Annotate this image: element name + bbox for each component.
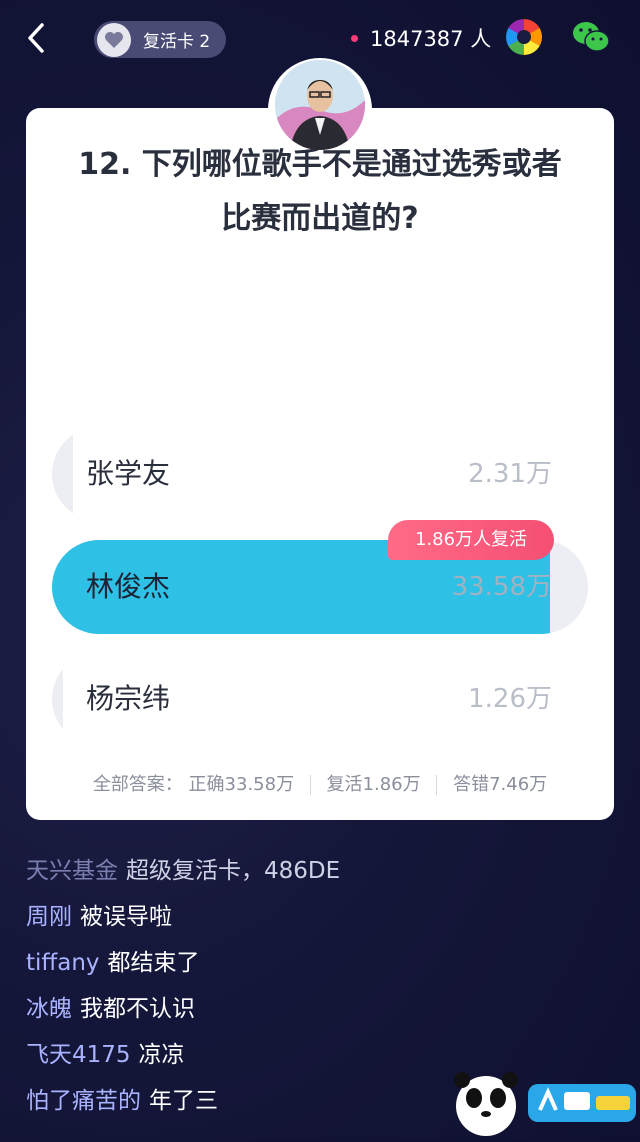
revive-badge: 1.86万人复活 [388, 520, 554, 560]
divider [436, 775, 438, 795]
divider [309, 775, 311, 795]
stats-correct: 正确33.58万 [188, 774, 295, 795]
comment-user: 周刚 [26, 904, 72, 930]
comment-text: 年了三 [149, 1088, 218, 1114]
question-line-1: 12. 下列哪位歌手不是通过选秀或者 [78, 147, 562, 182]
option-1-count: 2.31万 [468, 459, 552, 489]
live-dot [351, 35, 358, 42]
stats-revived: 复活1.86万 [326, 774, 421, 795]
stats-label: 全部答案： [92, 774, 183, 795]
comment-item: 周刚 被误导啦 [26, 894, 586, 940]
share-icon[interactable] [506, 19, 542, 55]
comment-text: 我都不认识 [80, 996, 195, 1022]
option-3-count: 1.26万 [468, 684, 552, 714]
comment-user: 飞天4175 [26, 1042, 131, 1068]
comment-text: 超级复活卡，486DE [126, 858, 341, 884]
revive-card-button[interactable]: 复活卡 2 [94, 21, 226, 58]
comment-user: 怕了痛苦的 [26, 1088, 141, 1114]
comment-item: 天兴基金 超级复活卡，486DE [26, 848, 586, 894]
stats-wrong: 答错7.46万 [453, 774, 548, 795]
question-text: 12. 下列哪位歌手不是通过选秀或者 比赛而出道的? [26, 138, 614, 246]
option-1-label: 张学友 [86, 457, 171, 490]
question-line-2: 比赛而出道的? [221, 201, 419, 236]
site-watermark-logo [448, 1070, 640, 1138]
comment-item: tiffany 都结束了 [26, 940, 586, 986]
comment-item: 冰魄 我都不认识 [26, 986, 586, 1032]
heart-icon [97, 22, 131, 57]
option-3[interactable]: 杨宗纬 1.26万 [52, 652, 588, 746]
comment-user: 冰魄 [26, 996, 72, 1022]
answer-stats: 全部答案： 正确33.58万 复活1.86万 答错7.46万 [26, 770, 614, 796]
option-1[interactable]: 张学友 2.31万 [52, 427, 588, 521]
comment-text: 被误导啦 [80, 904, 172, 930]
back-icon[interactable] [26, 22, 58, 56]
viewer-count: 1847387 人 [370, 27, 492, 51]
revive-card-label: 复活卡 2 [143, 32, 211, 52]
comment-text: 都结束了 [107, 950, 200, 976]
host-avatar [275, 60, 365, 150]
wechat-icon[interactable] [572, 20, 610, 54]
option-2-label: 林俊杰 [86, 570, 171, 603]
comment-text: 凉凉 [138, 1042, 185, 1068]
comment-user: tiffany [26, 950, 100, 976]
option-3-label: 杨宗纬 [86, 682, 171, 715]
comment-user: 天兴基金 [26, 858, 118, 884]
